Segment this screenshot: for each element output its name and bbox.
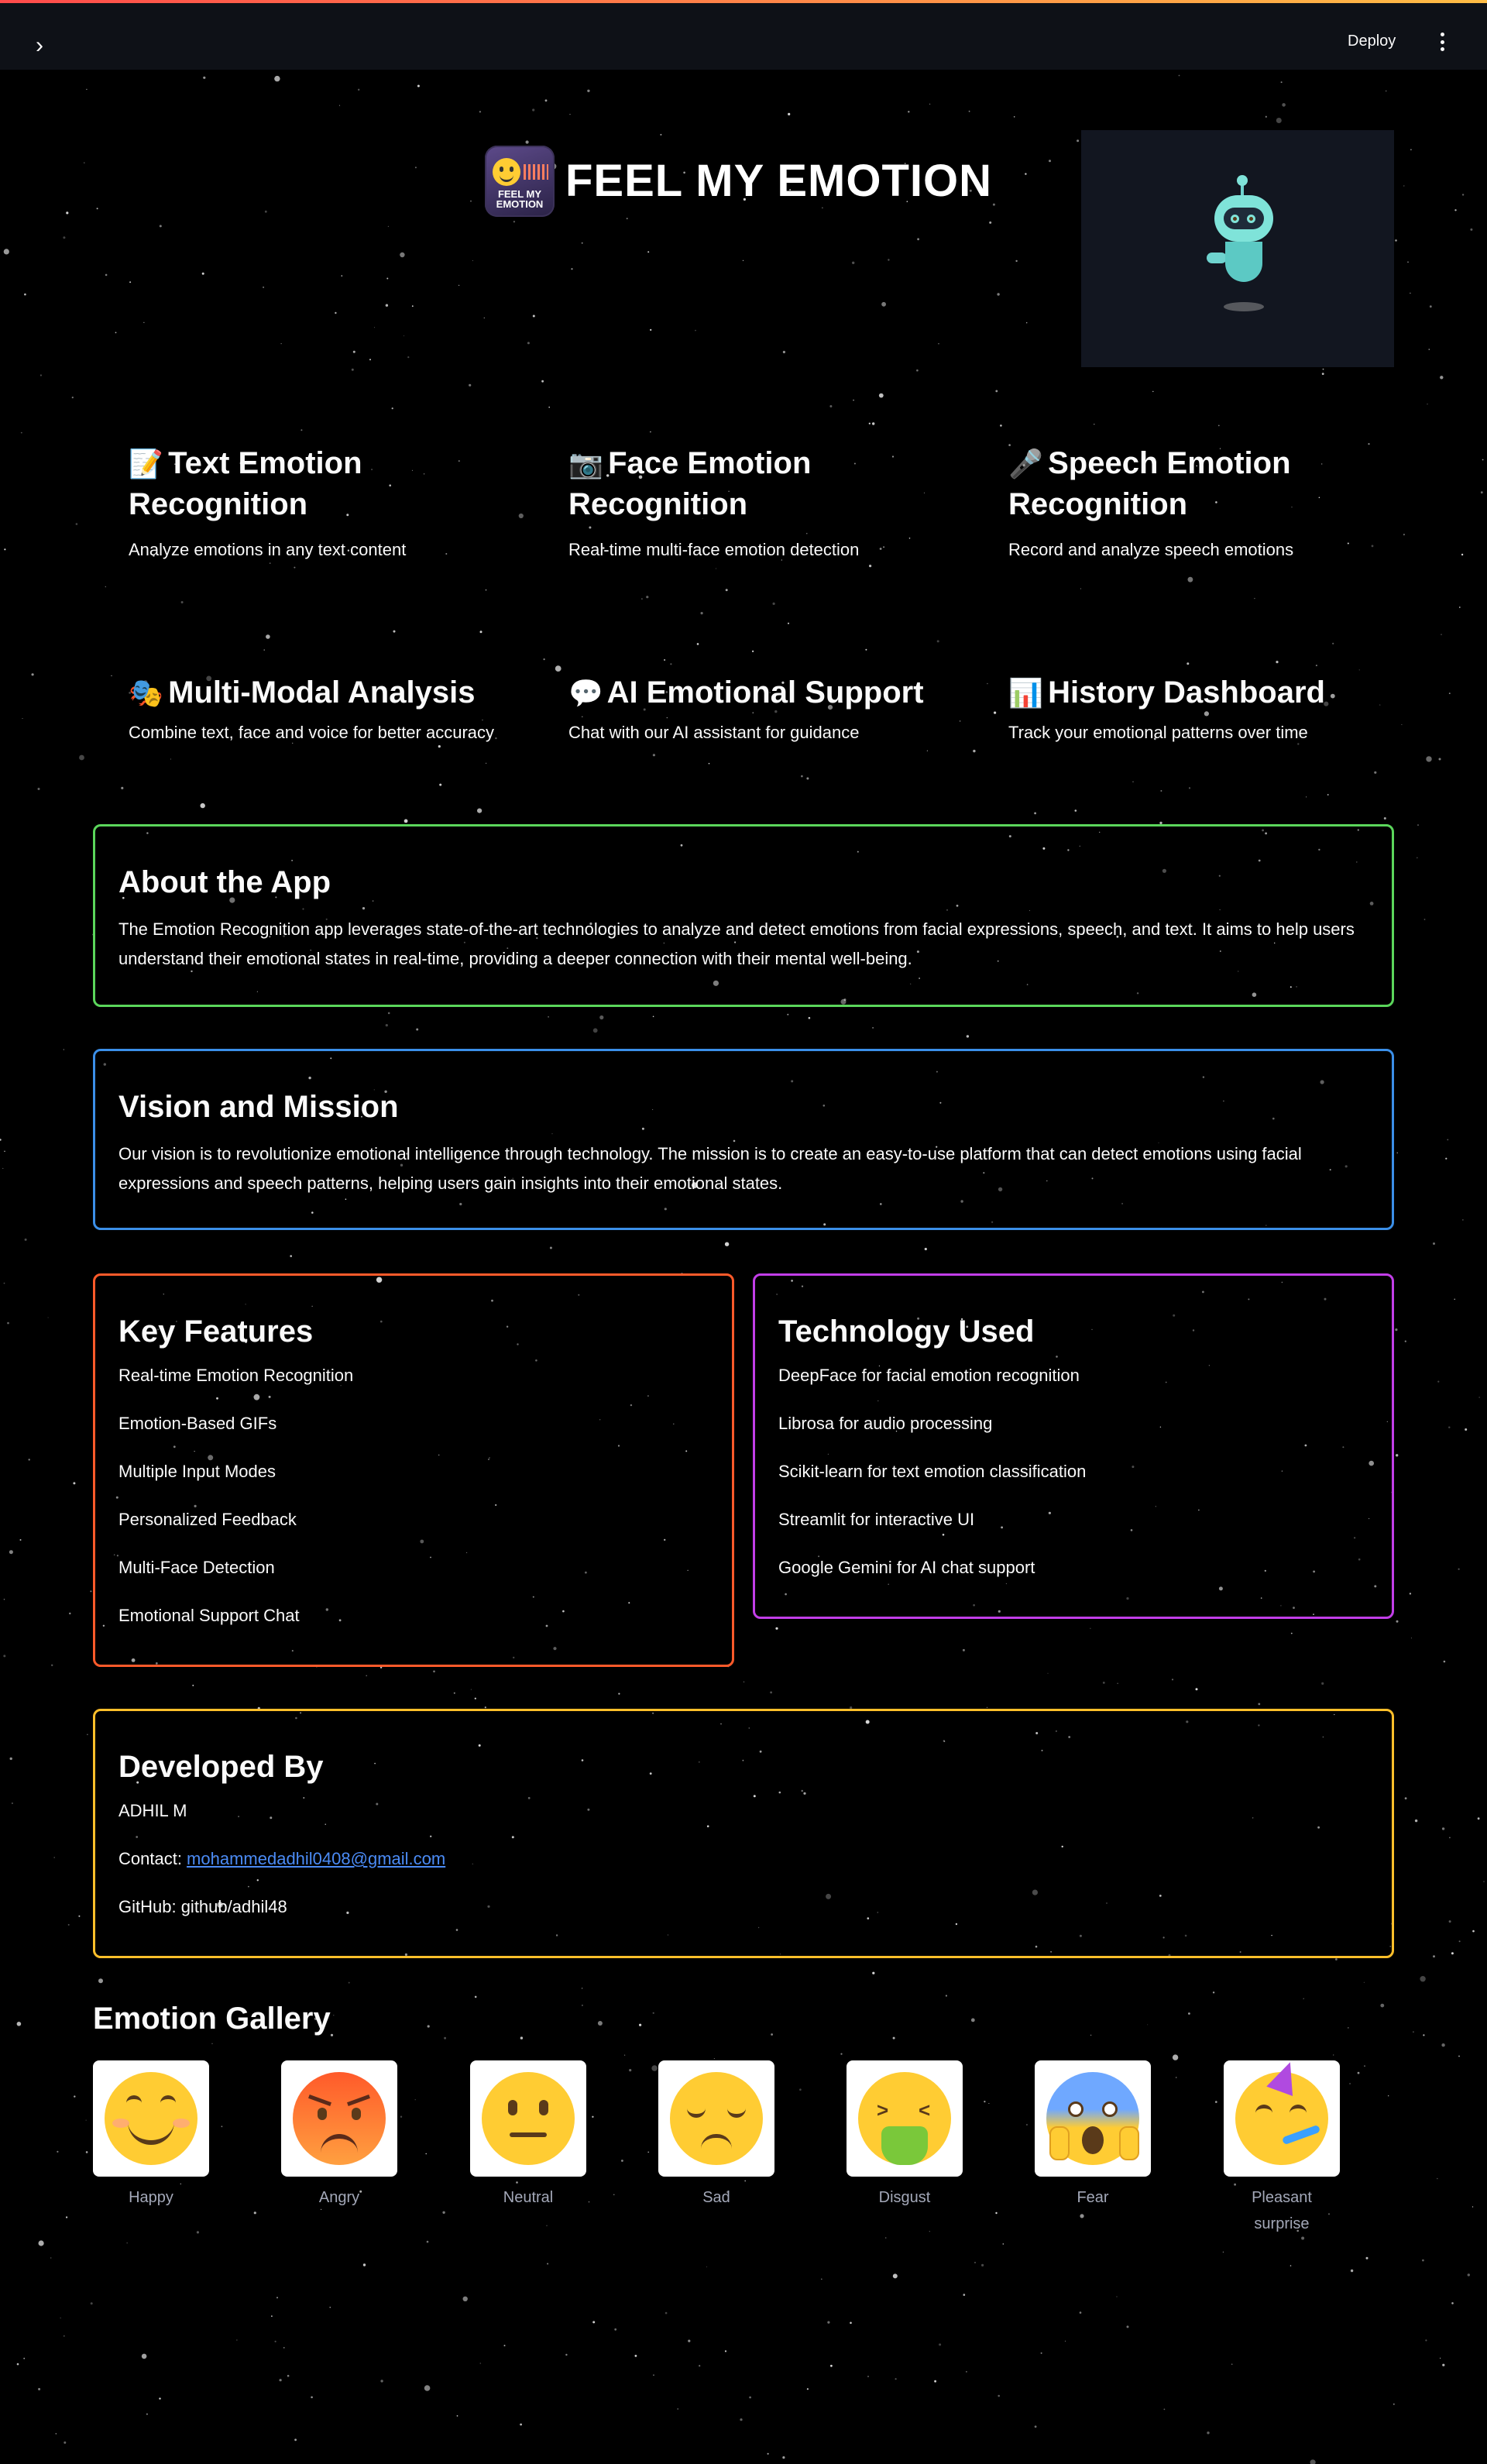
feature-title: 📷 Face Emotion Recognition — [568, 443, 956, 524]
camera-icon: 📷 — [568, 448, 603, 479]
robot-icon — [1204, 175, 1281, 313]
list-item: Personalized Feedback — [118, 1510, 297, 1529]
gallery-item-neutral: Neutral — [470, 2060, 586, 2211]
list-item: Emotion-Based GIFs — [118, 1414, 277, 1433]
list-item: DeepFace for facial emotion recognition — [778, 1366, 1080, 1385]
technology-section: Technology Used DeepFace for facial emot… — [753, 1273, 1394, 1619]
fear-face-icon — [1035, 2060, 1151, 2177]
list-item: Google Gemini for AI chat support — [778, 1558, 1035, 1577]
party-face-icon — [1224, 2057, 1340, 2177]
happy-face-icon — [93, 2060, 209, 2177]
feature-card-history: 📊 History Dashboard Track your emotional… — [1008, 672, 1396, 743]
gallery-item-fear: Fear — [1035, 2060, 1151, 2211]
list-item: Scikit-learn for text emotion classifica… — [778, 1462, 1087, 1481]
github-line: GitHub: github/adhil48 — [118, 1897, 287, 1916]
gallery-label: Disgust — [878, 2189, 931, 2206]
gallery-item-happy: Happy — [93, 2060, 209, 2211]
chevron-right-icon[interactable]: › — [36, 34, 59, 57]
key-features-title: Key Features — [118, 1314, 314, 1349]
robot-illustration — [1081, 130, 1394, 367]
microphone-icon: 🎤 — [1008, 448, 1043, 479]
about-text: The Emotion Recognition app leverages st… — [118, 919, 1355, 968]
feature-card-text: 📝 Text Emotion Recognition Analyze emoti… — [129, 443, 516, 560]
gallery-label: Neutral — [503, 2189, 554, 2206]
list-item: Multiple Input Modes — [118, 1462, 276, 1481]
list-item: Streamlit for interactive UI — [778, 1510, 975, 1529]
list-item: Multi-Face Detection — [118, 1558, 275, 1577]
gallery-label: Pleasant surprise — [1252, 2189, 1312, 2232]
memo-icon: 📝 — [129, 448, 163, 479]
developer-name: ADHIL M — [118, 1801, 187, 1820]
theater-masks-icon: 🎭 — [129, 677, 163, 709]
email-link[interactable]: mohammedadhil0408@gmail.com — [187, 1849, 445, 1868]
gallery-label: Sad — [702, 2189, 730, 2206]
about-title: About the App — [118, 865, 331, 899]
about-section: About the App The Emotion Recognition ap… — [93, 824, 1394, 1007]
feature-description: Record and analyze speech emotions — [1008, 540, 1294, 559]
feature-card-speech: 🎤 Speech Emotion Recognition Record and … — [1008, 443, 1396, 560]
feature-title: 📊 History Dashboard — [1008, 672, 1396, 713]
list-item: Real-time Emotion Recognition — [118, 1366, 354, 1385]
main-content: FEEL MY EMOTION FEEL MY EMOTION 📝 Text Em… — [0, 0, 1487, 2464]
top-decoration-line — [0, 0, 1487, 3]
deploy-button[interactable]: Deploy — [1348, 33, 1396, 50]
technology-title: Technology Used — [778, 1314, 1035, 1349]
gallery-item-disgust: > < Disgust — [847, 2060, 963, 2211]
gallery-item-pleasant-surprise: Pleasant surprise — [1224, 2057, 1340, 2237]
vision-text: Our vision is to revolutionize emotional… — [118, 1144, 1302, 1193]
feature-description: Real-time multi-face emotion detection — [568, 540, 860, 559]
developer-title: Developed By — [118, 1750, 324, 1784]
vision-section: Vision and Mission Our vision is to revo… — [93, 1049, 1394, 1230]
contact-line: Contact: mohammedadhil0408@gmail.com — [118, 1847, 1369, 1895]
contact-label: Contact: — [118, 1849, 187, 1868]
feature-card-face: 📷 Face Emotion Recognition Real-time mul… — [568, 443, 956, 560]
angry-face-icon — [281, 2060, 397, 2177]
feature-title: 🎤 Speech Emotion Recognition — [1008, 443, 1396, 524]
gallery-item-sad: Sad — [658, 2060, 774, 2211]
feature-card-support: 💬 AI Emotional Support Chat with our AI … — [568, 672, 956, 743]
gallery-item-angry: Angry — [281, 2060, 397, 2211]
feature-description: Track your emotional patterns over time — [1008, 723, 1308, 742]
developer-section: Developed By ADHIL M Contact: mohammedad… — [93, 1709, 1394, 1958]
gallery-label: Fear — [1077, 2189, 1109, 2206]
feature-title: 📝 Text Emotion Recognition — [129, 443, 516, 524]
vertical-ellipsis-icon[interactable] — [1434, 29, 1450, 54]
disgust-face-icon: > < — [847, 2060, 963, 2177]
feature-title: 🎭 Multi-Modal Analysis — [129, 672, 516, 713]
feature-card-multimodal: 🎭 Multi-Modal Analysis Combine text, fac… — [129, 672, 516, 743]
page-title: FEEL MY EMOTION — [565, 156, 993, 206]
smiley-icon — [493, 158, 520, 186]
list-item: Emotional Support Chat — [118, 1606, 300, 1625]
gallery-label: Happy — [129, 2189, 173, 2206]
key-features-section: Key Features Real-time Emotion Recogniti… — [93, 1273, 734, 1667]
neutral-face-icon — [470, 2060, 586, 2177]
sad-face-icon — [658, 2060, 774, 2177]
bar-chart-icon: 📊 — [1008, 677, 1043, 709]
feature-title: 💬 AI Emotional Support — [568, 672, 956, 713]
list-item: Librosa for audio processing — [778, 1414, 993, 1433]
feature-description: Combine text, face and voice for better … — [129, 723, 495, 742]
gallery-label: Angry — [318, 2189, 360, 2206]
vision-title: Vision and Mission — [118, 1090, 399, 1124]
logo-text: FEEL MY EMOTION — [496, 188, 544, 210]
feature-description: Chat with our AI assistant for guidance — [568, 723, 860, 742]
gallery-title: Emotion Gallery — [93, 2002, 331, 2036]
speech-bubble-icon: 💬 — [568, 677, 603, 709]
app-logo: FEEL MY EMOTION — [485, 146, 555, 217]
app-header: › Deploy — [0, 3, 1487, 70]
sound-wave-icon — [524, 164, 548, 180]
feature-description: Analyze emotions in any text content — [129, 540, 407, 559]
